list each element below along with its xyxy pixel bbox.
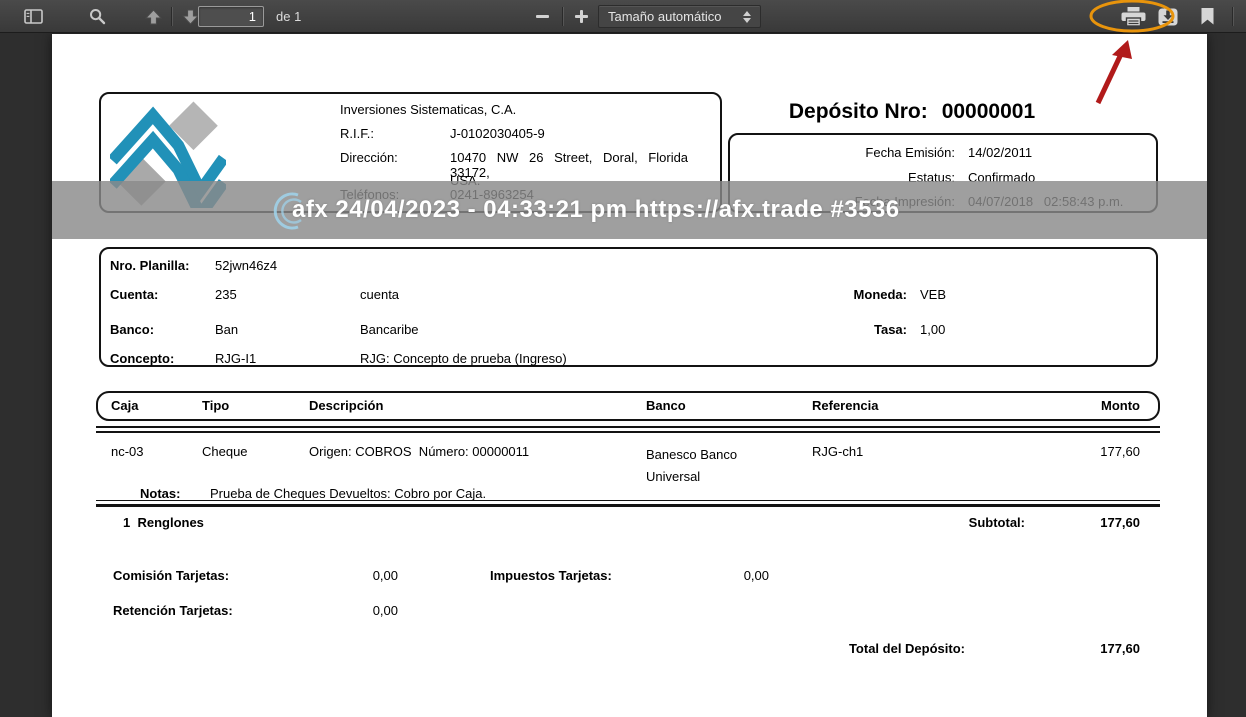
subtotal-label: Subtotal: [925, 515, 1025, 530]
header-double-rule [96, 426, 1160, 433]
notas-label: Notas: [140, 486, 180, 501]
print-button[interactable] [1114, 4, 1152, 29]
select-arrows-icon [743, 11, 751, 23]
comision-label: Comisión Tarjetas: [113, 568, 229, 583]
row-tipo: Cheque [202, 444, 248, 459]
toggle-sidebar-button[interactable] [18, 4, 48, 29]
company-rif-value: J-0102030405-9 [450, 126, 545, 141]
column-header-referencia: Referencia [812, 398, 878, 413]
moneda-label: Moneda: [752, 287, 907, 302]
tasa-value: 1,00 [920, 322, 945, 337]
deposit-title: Depósito Nro: 00000001 [752, 100, 1072, 124]
toolbar-separator [171, 7, 172, 26]
cuenta-label: Cuenta: [110, 287, 158, 302]
column-header-tipo: Tipo [202, 398, 229, 413]
concepto-label: Concepto: [110, 351, 174, 366]
column-header-caja: Caja [111, 398, 138, 413]
download-button[interactable] [1152, 4, 1184, 29]
emission-date-label: Fecha Emisión: [792, 145, 955, 160]
find-button[interactable] [82, 4, 112, 29]
renglones-count: 1 Renglones [123, 515, 204, 530]
company-address-line1: 10470 NW 26 Street, Doral, Florida 33172… [450, 150, 716, 180]
column-header-monto: Monto [1052, 398, 1140, 413]
previous-page-button[interactable] [138, 4, 168, 29]
company-rif-label: R.I.F.: [340, 126, 374, 141]
banco-label: Banco: [110, 322, 154, 337]
zoom-level-select[interactable]: Tamaño automático [598, 5, 761, 28]
emission-date-value: 14/02/2011 [968, 145, 1032, 160]
cuenta-code: 235 [215, 287, 237, 302]
watermark-band: afx 24/04/2023 - 04:33:21 pm https://afx… [52, 181, 1207, 239]
concepto-code: RJG-I1 [215, 351, 256, 366]
row-referencia: RJG-ch1 [812, 444, 863, 459]
row-caja: nc-03 [111, 444, 144, 459]
sidebar-icon [24, 9, 43, 24]
search-icon [89, 8, 106, 25]
banco-name: Bancaribe [360, 322, 419, 337]
deposit-number: 00000001 [942, 100, 1035, 124]
concepto-name: RJG: Concepto de prueba (Ingreso) [360, 351, 567, 366]
pdf-viewer-window: de 1 Tamaño automático [0, 0, 1246, 717]
row-monto: 177,60 [1052, 444, 1140, 459]
retencion-value: 0,00 [298, 603, 398, 618]
page-number-input[interactable] [198, 6, 264, 27]
moneda-value: VEB [920, 287, 946, 302]
toolbar-separator [562, 7, 563, 26]
table-header-box [96, 391, 1160, 421]
cuenta-name: cuenta [360, 287, 399, 302]
page-count-label: de 1 [276, 9, 301, 24]
row-descripcion: Origen: COBROS Número: 00000011 [309, 444, 529, 459]
printer-icon [1121, 7, 1146, 27]
comision-value: 0,00 [298, 568, 398, 583]
tasa-label: Tasa: [752, 322, 907, 337]
plus-icon [575, 10, 588, 23]
banco-code: Ban [215, 322, 238, 337]
toolbar-separator [1232, 7, 1233, 26]
totals-double-rule [96, 500, 1160, 507]
zoom-in-button[interactable] [567, 4, 595, 29]
deposit-title-label: Depósito Nro: [789, 100, 928, 124]
retencion-label: Retención Tarjetas: [113, 603, 233, 618]
arrow-down-icon [182, 9, 199, 25]
impuestos-value: 0,00 [669, 568, 769, 583]
company-address-label: Dirección: [340, 150, 398, 165]
afx-logo-arc-icon [262, 188, 308, 234]
zoom-out-button[interactable] [528, 4, 556, 29]
column-header-banco: Banco [646, 398, 686, 413]
document-page: Inversiones Sistematicas, C.A. R.I.F.: J… [52, 34, 1207, 717]
company-name: Inversiones Sistematicas, C.A. [340, 102, 516, 117]
column-header-descripcion: Descripción [309, 398, 383, 413]
arrow-up-icon [145, 9, 162, 25]
impuestos-label: Impuestos Tarjetas: [490, 568, 612, 583]
planilla-value: 52jwn46z4 [215, 258, 277, 273]
total-label: Total del Depósito: [765, 641, 965, 656]
row-banco: Banesco Banco Universal [646, 444, 764, 488]
download-icon [1158, 8, 1178, 26]
bookmark-button[interactable] [1192, 4, 1222, 29]
bookmark-icon [1201, 8, 1214, 25]
minus-icon [536, 15, 549, 18]
pdf-toolbar: de 1 Tamaño automático [0, 0, 1246, 33]
total-value: 177,60 [1052, 641, 1140, 656]
notas-value: Prueba de Cheques Devueltos: Cobro por C… [210, 486, 486, 501]
planilla-label: Nro. Planilla: [110, 258, 189, 273]
watermark-text: afx 24/04/2023 - 04:33:21 pm https://afx… [292, 196, 900, 224]
subtotal-value: 177,60 [1052, 515, 1140, 530]
zoom-level-value: Tamaño automático [608, 9, 721, 24]
